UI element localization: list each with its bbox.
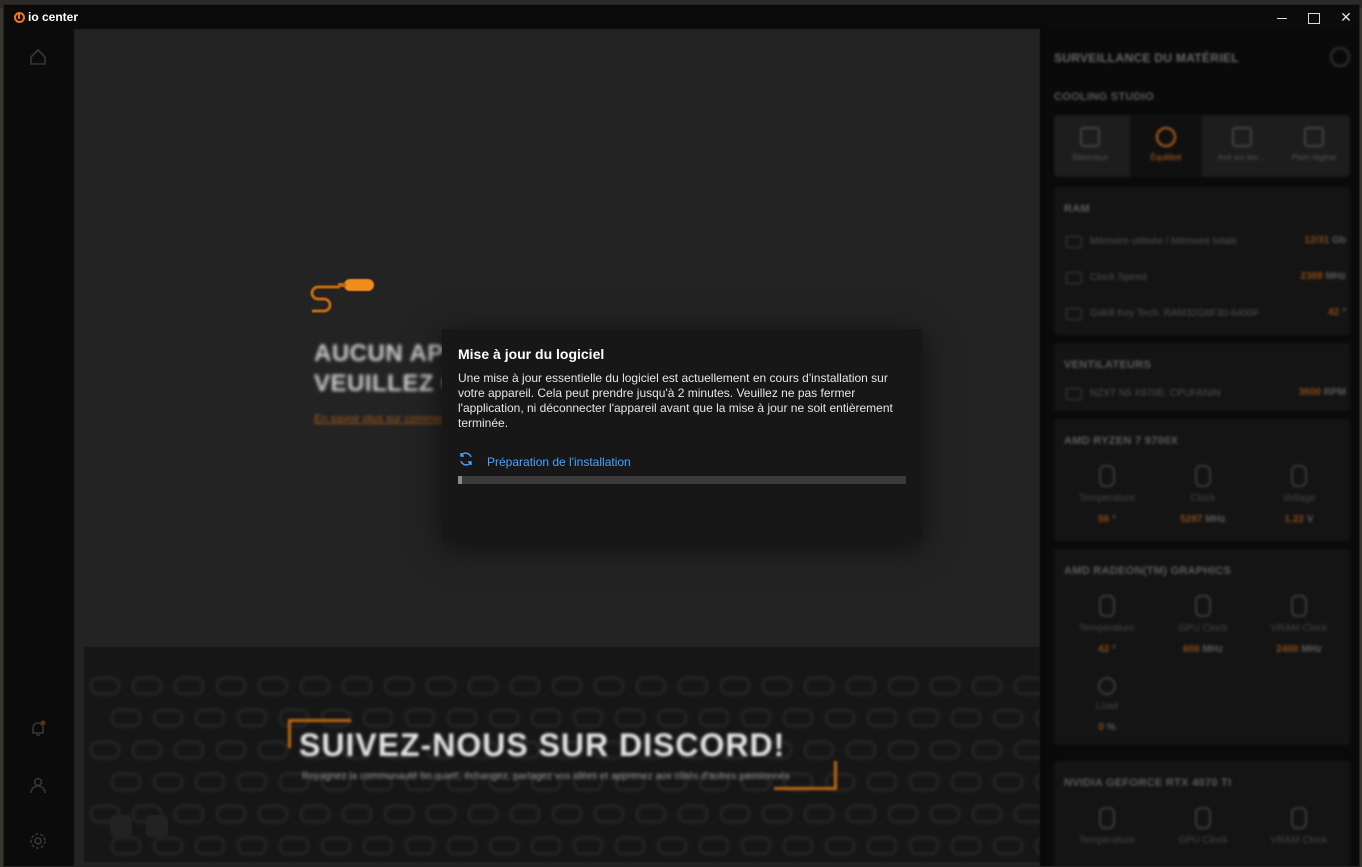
status-text: Préparation de l'installation [487, 454, 631, 469]
refresh-icon [458, 451, 474, 472]
update-dialog: Mise à jour du logiciel Une mise à jour … [442, 329, 922, 541]
progress-fill [458, 476, 463, 484]
install-status: Préparation de l'installation [458, 451, 631, 472]
progress-bar [458, 476, 906, 484]
dialog-message: Une mise à jour essentielle du logiciel … [458, 371, 893, 430]
modal-overlay: Mise à jour du logiciel Une mise à jour … [0, 0, 1362, 867]
dialog-title: Mise à jour du logiciel [458, 346, 605, 362]
